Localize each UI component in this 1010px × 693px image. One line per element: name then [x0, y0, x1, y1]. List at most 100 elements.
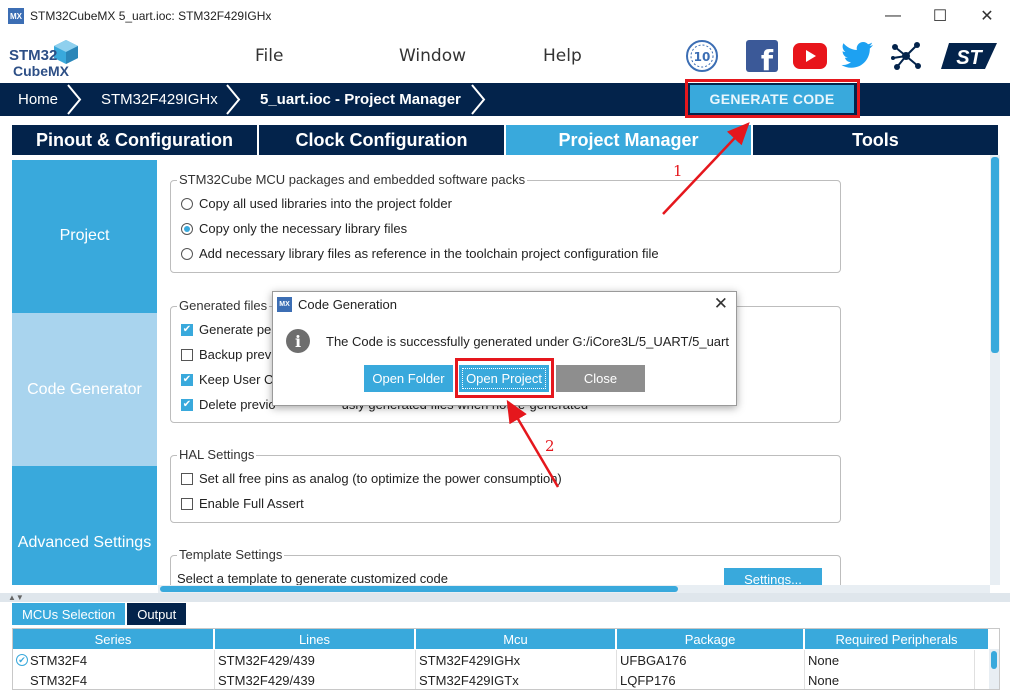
column-header-mcu[interactable]: Mcu: [416, 629, 617, 649]
stm32cubemx-logo: STM32 CubeMX: [8, 36, 88, 80]
content-vertical-scrollbar[interactable]: [990, 155, 1000, 585]
minimize-button[interactable]: —: [870, 0, 916, 32]
breadcrumb-project[interactable]: 5_uart.ioc - Project Manager: [260, 83, 461, 116]
table-cell: UFBGA176: [617, 650, 805, 670]
close-window-button[interactable]: ✕: [964, 0, 1010, 32]
checkbox-generate-peripheral[interactable]: ✔ Generate per: [181, 322, 276, 337]
twitter-icon[interactable]: [840, 38, 876, 74]
app-icon: MX: [8, 8, 24, 24]
table-row[interactable]: STM32F4 STM32F429/439 STM32F429IGTx LQFP…: [13, 670, 975, 689]
tab-pinout[interactable]: Pinout & Configuration: [12, 125, 259, 155]
radio-icon[interactable]: [181, 197, 193, 210]
table-cell: STM32F429/439: [215, 650, 416, 670]
youtube-icon[interactable]: [792, 38, 828, 74]
content-horizontal-scrollbar[interactable]: [158, 585, 990, 593]
tab-project-manager[interactable]: Project Manager: [506, 125, 753, 155]
network-share-icon[interactable]: [888, 38, 924, 74]
side-item-code-generator[interactable]: Code Generator: [12, 313, 157, 466]
template-settings-title: Template Settings: [177, 547, 285, 562]
checkbox-icon[interactable]: [181, 348, 193, 361]
breadcrumb-mcu[interactable]: STM32F429IGHx: [101, 83, 218, 116]
annotation-label-1: 1: [673, 162, 683, 180]
checkmark-icon[interactable]: ✔: [181, 323, 193, 336]
maximize-button[interactable]: ☐: [917, 0, 963, 32]
checkbox-backup[interactable]: Backup previ: [181, 347, 274, 362]
highlight-box-generate: [685, 79, 860, 118]
column-header-lines[interactable]: Lines: [215, 629, 416, 649]
tab-clock[interactable]: Clock Configuration: [259, 125, 506, 155]
radio-icon[interactable]: [181, 247, 193, 260]
checkbox-icon[interactable]: [181, 497, 193, 510]
menu-file[interactable]: File: [255, 46, 283, 66]
st-logo-icon[interactable]: ST: [940, 38, 1000, 74]
hal-settings-title: HAL Settings: [177, 447, 257, 462]
open-folder-button[interactable]: Open Folder: [364, 365, 453, 392]
main-tabs: Pinout & Configuration Clock Configurati…: [12, 125, 998, 155]
column-header-peripherals[interactable]: Required Peripherals: [805, 629, 988, 649]
option-add-reference[interactable]: Add necessary library files as reference…: [181, 246, 659, 261]
column-header-series[interactable]: Series: [13, 629, 215, 649]
checkmark-icon[interactable]: ✔: [181, 373, 193, 386]
checkbox-keep-user-code[interactable]: ✔ Keep User C: [181, 372, 273, 387]
dialog-message: The Code is successfully generated under…: [326, 334, 729, 349]
checkbox-free-pins-analog[interactable]: Set all free pins as analog (to optimize…: [181, 471, 562, 486]
table-row[interactable]: ✔ STM32F4 STM32F429/439 STM32F429IGHx UFB…: [13, 650, 975, 670]
option-label: Copy all used libraries into the project…: [199, 196, 452, 211]
menu-help[interactable]: Help: [543, 46, 582, 66]
tab-output[interactable]: Output: [127, 603, 187, 625]
side-panel: Project Code Generator Advanced Settings: [12, 160, 157, 585]
svg-text:f: f: [761, 44, 774, 73]
packages-group-title: STM32Cube MCU packages and embedded soft…: [177, 172, 528, 187]
menu-window[interactable]: Window: [399, 46, 466, 66]
facebook-icon[interactable]: f: [744, 38, 780, 74]
dialog-close-icon[interactable]: ✕: [714, 294, 728, 314]
table-cell: LQFP176: [617, 670, 805, 689]
checkbox-full-assert[interactable]: Enable Full Assert: [181, 496, 304, 511]
hal-settings-group: HAL Settings Set all free pins as analog…: [170, 447, 841, 523]
table-cell: None: [805, 650, 975, 670]
dialog-app-icon: MX: [277, 296, 292, 312]
tab-tools[interactable]: Tools: [753, 125, 998, 155]
settings-button[interactable]: Settings...: [724, 568, 822, 585]
checkbox-icon[interactable]: [181, 472, 193, 485]
option-label: Set all free pins as analog (to optimize…: [199, 471, 562, 486]
column-header-package[interactable]: Package: [617, 629, 805, 649]
side-item-project[interactable]: Project: [12, 160, 157, 312]
option-label: Backup previ: [199, 347, 275, 362]
table-vertical-scrollbar[interactable]: [989, 649, 999, 689]
menu-bar: STM32 CubeMX File Window Help 10 f ST: [0, 32, 1010, 82]
table-cell: ✔ STM32F4: [13, 650, 215, 670]
brand-line1: STM32: [9, 47, 57, 64]
scroll-thumb[interactable]: [160, 586, 678, 592]
brand-line2: CubeMX: [13, 63, 70, 79]
table-cell: STM32F429IGHx: [416, 650, 617, 670]
checkmark-icon[interactable]: ✔: [181, 398, 193, 411]
scroll-thumb[interactable]: [991, 157, 999, 353]
packages-group: STM32Cube MCU packages and embedded soft…: [170, 172, 841, 273]
breadcrumb-chevron-icon: [226, 84, 241, 115]
dialog-title-bar: MX Code Generation ✕: [273, 292, 736, 316]
option-copy-necessary[interactable]: Copy only the necessary library files: [181, 221, 407, 236]
breadcrumb-chevron-icon: [67, 84, 82, 115]
table-cell: STM32F429/439: [215, 670, 416, 689]
scroll-thumb[interactable]: [991, 651, 997, 669]
breadcrumb-home[interactable]: Home: [18, 83, 58, 116]
option-copy-all[interactable]: Copy all used libraries into the project…: [181, 196, 452, 211]
cell-text: STM32F4: [30, 652, 88, 668]
radio-selected-icon[interactable]: [181, 222, 193, 235]
option-label: Enable Full Assert: [199, 496, 304, 511]
panel-splitter[interactable]: [0, 593, 1010, 602]
mcu-table: Series Lines Mcu Package Required Periph…: [12, 628, 1000, 690]
dialog-title: Code Generation: [298, 296, 398, 312]
close-button[interactable]: Close: [556, 365, 645, 392]
splitter-arrows-icon[interactable]: ▲▼: [8, 593, 24, 602]
highlight-box-open-project: [455, 358, 554, 398]
annotation-label-2: 2: [545, 437, 555, 455]
tab-mcus-selection[interactable]: MCUs Selection: [12, 603, 126, 625]
option-label: Copy only the necessary library files: [199, 221, 408, 236]
title-bar: MX STM32CubeMX 5_uart.ioc: STM32F429IGHx…: [0, 0, 1010, 32]
table-cell: None: [805, 670, 975, 689]
anniversary-icon[interactable]: 10: [684, 38, 720, 74]
svg-text:10: 10: [694, 50, 711, 64]
option-label: Keep User C: [199, 372, 274, 387]
